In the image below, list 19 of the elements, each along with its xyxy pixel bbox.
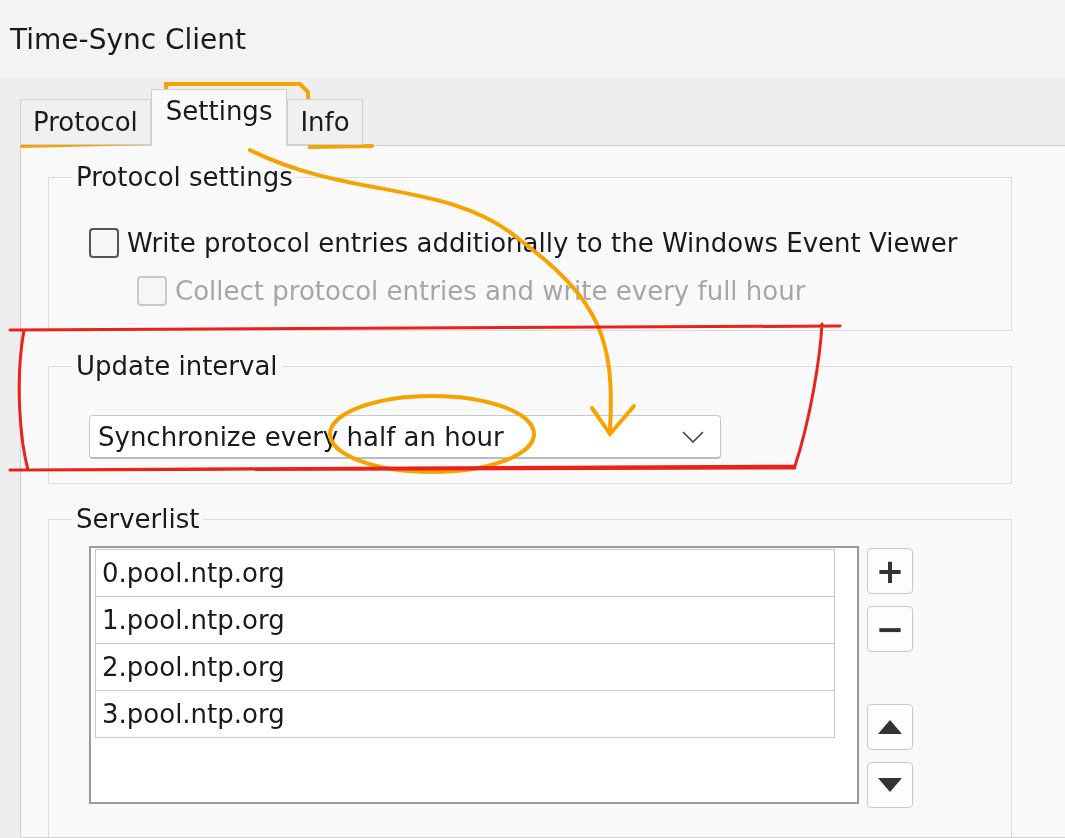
triangle-up-icon	[878, 720, 902, 734]
triangle-down-icon	[878, 778, 902, 792]
server-row[interactable]: 3.pool.ntp.org	[95, 690, 835, 738]
tab[interactable]: Info	[287, 99, 363, 145]
chevron-down-icon	[682, 430, 704, 443]
tab[interactable]: Protocol	[20, 99, 151, 145]
server-row[interactable]: 2.pool.ntp.org	[95, 643, 835, 691]
group-title: Protocol settings	[75, 162, 294, 192]
server-row[interactable]: 0.pool.ntp.org	[95, 549, 835, 597]
move-down-button[interactable]	[867, 762, 913, 808]
remove-button[interactable]: −	[867, 606, 913, 652]
group-title: Update interval	[75, 351, 279, 381]
server-row[interactable]: 1.pool.ntp.org	[95, 596, 835, 644]
window-title: Time-Sync Client	[10, 22, 247, 56]
checkbox[interactable]	[89, 228, 119, 258]
tab[interactable]: Settings	[150, 89, 288, 146]
add-button[interactable]: +	[867, 548, 913, 594]
move-up-button[interactable]	[867, 704, 913, 750]
group-title: Serverlist	[75, 504, 201, 534]
